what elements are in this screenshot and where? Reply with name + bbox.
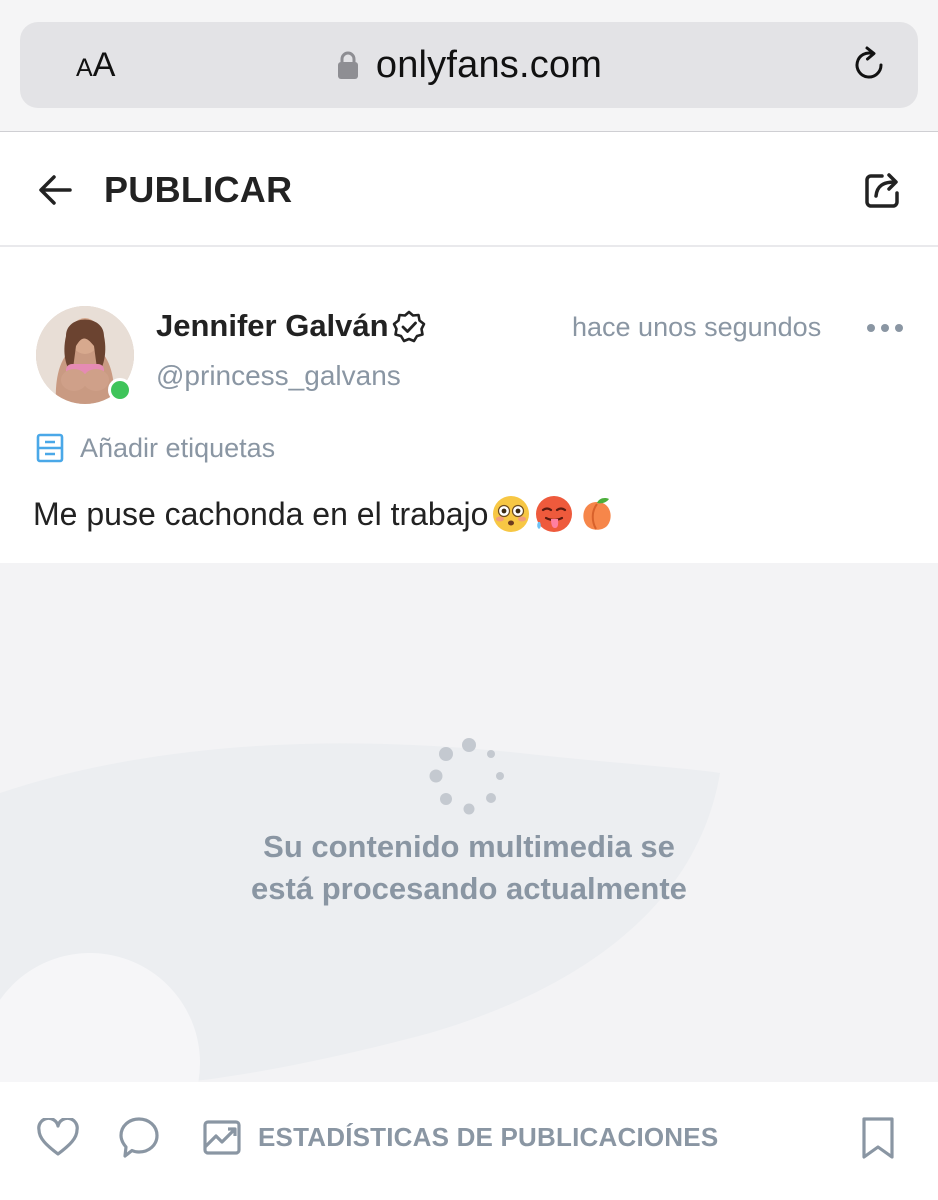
comment-icon[interactable]	[118, 1116, 160, 1160]
processing-line-2: está procesando actualmente	[251, 871, 687, 906]
app-header: PUBLICAR	[0, 133, 938, 247]
media-processing-message: Su contenido multimedia se está procesan…	[0, 826, 938, 910]
more-options-icon[interactable]	[866, 320, 904, 336]
add-tags-button[interactable]: Añadir etiquetas	[36, 428, 275, 468]
media-placeholder	[0, 563, 938, 1082]
flushed-face-emoji	[493, 496, 530, 532]
peach-emoji	[583, 498, 612, 530]
share-icon[interactable]	[862, 167, 906, 211]
browser-toolbar: AA onlyfans.com	[0, 0, 938, 132]
verified-badge-icon	[392, 310, 426, 343]
reload-icon[interactable]	[848, 44, 890, 86]
tag-list-icon	[36, 433, 64, 463]
post-statistics-label: ESTADÍSTICAS DE PUBLICACIONES	[258, 1121, 719, 1152]
stats-chart-icon	[203, 1120, 241, 1155]
heart-icon[interactable]	[36, 1118, 80, 1158]
post-actions-bar: ESTADÍSTICAS DE PUBLICACIONES	[0, 1082, 938, 1200]
online-status-dot	[108, 378, 132, 402]
post-caption-text: Me puse cachonda en el trabajo	[33, 496, 489, 532]
author-name[interactable]: Jennifer Galván	[156, 306, 389, 346]
post-caption: Me puse cachonda en el trabajo	[33, 490, 617, 538]
page-title: PUBLICAR	[104, 169, 293, 210]
loading-spinner-icon	[429, 738, 504, 815]
url-text: onlyfans.com	[375, 43, 603, 86]
url-display[interactable]: onlyfans.com	[20, 22, 918, 108]
author-handle[interactable]: @princess_galvans	[156, 356, 401, 396]
arrow-left-icon[interactable]	[34, 169, 76, 211]
hot-face-emoji	[536, 496, 573, 532]
lock-icon	[337, 51, 358, 79]
post-statistics-button[interactable]: ESTADÍSTICAS DE PUBLICACIONES	[202, 1114, 718, 1160]
add-tags-label: Añadir etiquetas	[80, 432, 276, 463]
processing-line-1: Su contenido multimedia se	[263, 829, 675, 864]
bookmark-icon[interactable]	[860, 1116, 896, 1160]
post-timestamp: hace unos segundos	[572, 312, 822, 342]
address-bar[interactable]: AA onlyfans.com	[20, 22, 918, 108]
media-background-pattern	[0, 743, 720, 1082]
